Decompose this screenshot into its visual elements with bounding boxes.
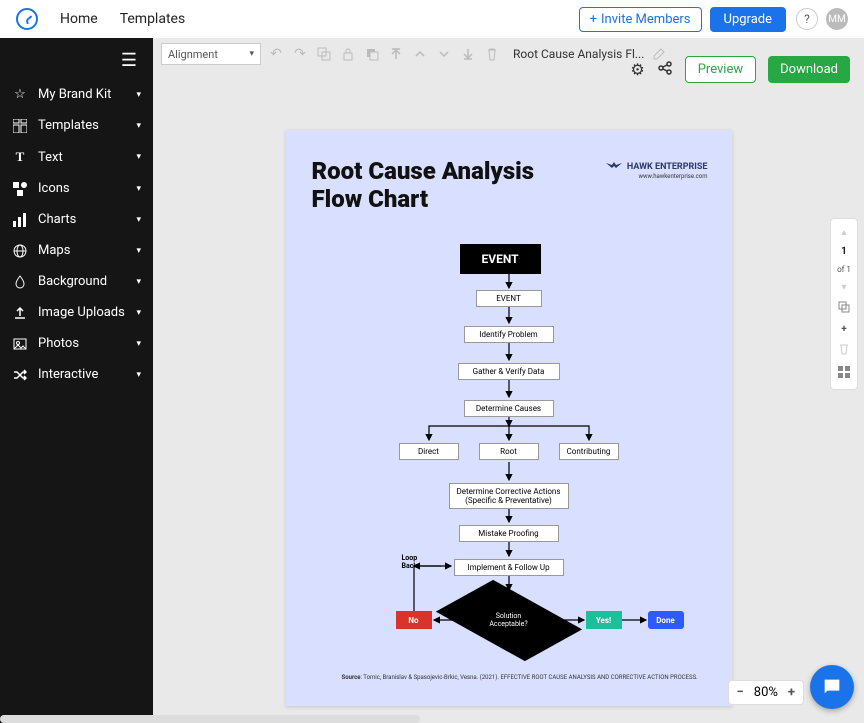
- nav-templates[interactable]: Templates: [120, 11, 186, 27]
- chevron-down-icon: ▾: [136, 215, 141, 225]
- chevron-down-icon: ▾: [136, 308, 141, 318]
- bar-chart-icon: [12, 213, 28, 227]
- zoom-out-button[interactable]: −: [737, 685, 744, 700]
- redo-icon[interactable]: ↷: [291, 45, 309, 63]
- node-event-main[interactable]: EVENT: [460, 244, 541, 274]
- page-up-icon[interactable]: ▴: [831, 223, 857, 242]
- delete-icon[interactable]: [483, 45, 501, 63]
- page-of: of 1: [831, 261, 857, 278]
- chevron-down-icon: ▾: [136, 339, 141, 349]
- gear-icon[interactable]: ⚙: [630, 60, 644, 79]
- text-icon: T: [12, 149, 28, 165]
- photo-icon: [12, 337, 28, 351]
- chevron-down-icon: ▾: [136, 152, 141, 162]
- drop-icon: [12, 275, 28, 289]
- top-header: Home Templates + Invite Members Upgrade …: [0, 0, 864, 38]
- app-logo[interactable]: [16, 8, 38, 30]
- brand-block: HAWK ENTERPRISE www.hawkenterprise.com: [606, 160, 708, 180]
- help-button[interactable]: ?: [796, 8, 818, 30]
- document-name: Root Cause Analysis Fl...: [513, 47, 644, 61]
- canvas-area: Alignment▾ ↶ ↷ Root Cause Analysis Fl...…: [153, 38, 864, 723]
- bring-forward-icon[interactable]: [411, 45, 429, 63]
- node-event[interactable]: EVENT: [476, 290, 542, 307]
- plus-icon: +: [590, 12, 597, 27]
- send-backward-icon[interactable]: [435, 45, 453, 63]
- zoom-control: − 80% +: [728, 680, 804, 705]
- chevron-down-icon: ▾: [136, 246, 141, 256]
- download-button[interactable]: Download: [768, 56, 850, 83]
- node-identify-problem[interactable]: Identify Problem: [464, 326, 554, 343]
- share-icon[interactable]: [657, 60, 673, 80]
- sidebar-item-maps[interactable]: Maps▾: [0, 235, 153, 266]
- hamburger-icon[interactable]: ☰: [0, 42, 153, 79]
- add-page-icon[interactable]: +: [831, 320, 857, 339]
- sidebar-item-photos[interactable]: Photos▾: [0, 328, 153, 359]
- copy-page-icon[interactable]: [831, 297, 857, 320]
- node-no[interactable]: No: [396, 611, 432, 629]
- grid-icon: [12, 119, 28, 133]
- sidebar: ☰ ☆ My Brand Kit▾ Templates▾ T Text▾ Ico…: [0, 38, 153, 723]
- star-icon: ☆: [12, 87, 28, 102]
- doc-title: Root Cause AnalysisFlow Chart: [312, 158, 535, 213]
- alignment-select[interactable]: Alignment▾: [161, 43, 261, 65]
- preview-button[interactable]: Preview: [685, 56, 756, 83]
- globe-icon: [12, 244, 28, 258]
- delete-page-icon[interactable]: [831, 339, 857, 362]
- diamond-text: SolutionAcceptable?: [469, 612, 549, 628]
- node-mistake-proofing[interactable]: Mistake Proofing: [459, 525, 559, 542]
- sidebar-item-image-uploads[interactable]: Image Uploads▾: [0, 297, 153, 328]
- node-contributing[interactable]: Contributing: [559, 443, 619, 460]
- send-back-icon[interactable]: [459, 45, 477, 63]
- sidebar-item-templates[interactable]: Templates▾: [0, 110, 153, 141]
- sidebar-item-brand-kit[interactable]: ☆ My Brand Kit▾: [0, 79, 153, 110]
- chat-button[interactable]: [810, 665, 854, 709]
- chevron-down-icon: ▾: [136, 90, 141, 100]
- undo-icon[interactable]: ↶: [267, 45, 285, 63]
- horizontal-scrollbar[interactable]: [0, 715, 420, 723]
- action-bar: ⚙ Preview Download: [630, 56, 850, 83]
- shapes-icon: [12, 182, 28, 196]
- sidebar-item-charts[interactable]: Charts▾: [0, 204, 153, 235]
- node-root[interactable]: Root: [479, 443, 539, 460]
- chevron-down-icon: ▾: [136, 277, 141, 287]
- upload-icon: [12, 306, 28, 320]
- hawk-icon: [606, 160, 622, 173]
- sidebar-item-interactive[interactable]: Interactive▾: [0, 359, 153, 390]
- chevron-down-icon: ▾: [136, 184, 141, 194]
- zoom-in-button[interactable]: +: [788, 685, 795, 700]
- nav-home[interactable]: Home: [60, 11, 98, 27]
- shuffle-icon: [12, 368, 28, 382]
- loop-back-label: LoopBack: [402, 554, 418, 570]
- chevron-down-icon: ▾: [136, 370, 141, 380]
- sidebar-item-icons[interactable]: Icons▾: [0, 173, 153, 204]
- copy-icon[interactable]: [363, 45, 381, 63]
- lock-icon[interactable]: [339, 45, 357, 63]
- node-done[interactable]: Done: [648, 611, 684, 629]
- node-implement[interactable]: Implement & Follow Up: [454, 559, 564, 576]
- source-citation: Source: Tomic, Branislav & Spasojevic-Br…: [342, 674, 698, 681]
- page-down-icon[interactable]: ▾: [831, 278, 857, 297]
- invite-members-button[interactable]: + Invite Members: [579, 7, 702, 32]
- chat-icon: [821, 676, 843, 698]
- bring-front-icon[interactable]: [387, 45, 405, 63]
- node-direct[interactable]: Direct: [399, 443, 459, 460]
- node-determine-causes[interactable]: Determine Causes: [464, 400, 554, 417]
- chevron-down-icon: ▾: [249, 49, 254, 59]
- sidebar-item-background[interactable]: Background▾: [0, 266, 153, 297]
- grid-view-icon[interactable]: [831, 362, 857, 385]
- sidebar-item-text[interactable]: T Text▾: [0, 141, 153, 173]
- chevron-down-icon: ▾: [136, 121, 141, 131]
- node-corrective-actions[interactable]: Determine Corrective Actions (Specific &…: [449, 483, 569, 509]
- avatar[interactable]: MM: [826, 8, 848, 30]
- node-gather-data[interactable]: Gather & Verify Data: [458, 363, 560, 380]
- upgrade-button[interactable]: Upgrade: [710, 7, 786, 32]
- page-panel: ▴ 1 of 1 ▾ +: [830, 218, 858, 390]
- document-canvas[interactable]: Root Cause AnalysisFlow Chart HAWK ENTER…: [286, 130, 732, 706]
- node-yes[interactable]: Yes!: [586, 611, 622, 629]
- page-number: 1: [831, 242, 857, 261]
- zoom-level: 80%: [754, 685, 778, 700]
- group-icon[interactable]: [315, 45, 333, 63]
